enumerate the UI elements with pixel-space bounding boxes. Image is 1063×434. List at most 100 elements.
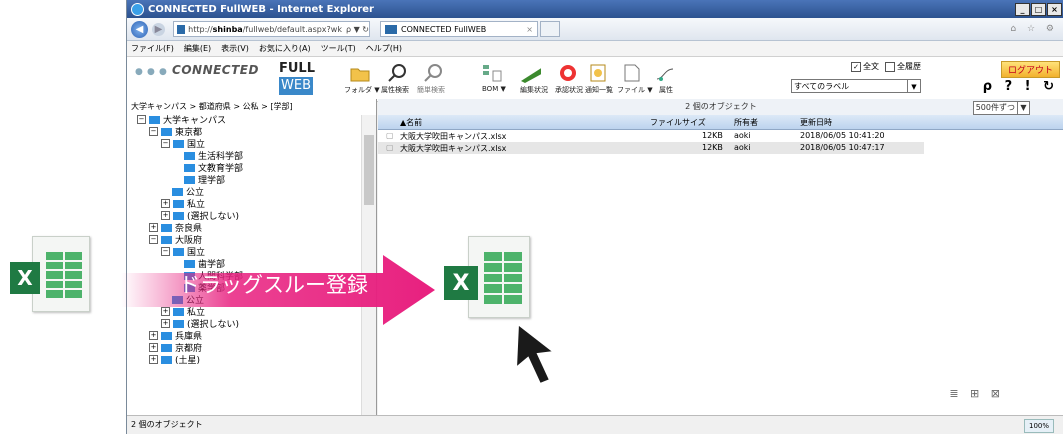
label-select-value: すべてのラベル — [794, 82, 850, 91]
back-button[interactable]: ◀ — [131, 20, 148, 38]
collapse-icon[interactable]: − — [161, 139, 170, 148]
row-size: 12KB — [702, 143, 723, 152]
chevron-down-icon: ▼ — [1017, 102, 1029, 114]
collapse-icon[interactable]: − — [137, 115, 146, 124]
collapse-icon[interactable]: − — [149, 235, 158, 244]
tab-title: CONNECTED FullWEB — [401, 24, 487, 34]
simple-search-icon[interactable] — [423, 63, 445, 83]
search-help-refresh-icons[interactable]: ρ ? ! ↻ — [983, 79, 1058, 94]
all-history-checkbox[interactable]: 全履歴 — [885, 61, 921, 72]
tab-close-icon[interactable]: × — [526, 25, 533, 34]
table-row[interactable]: ▢ 大阪大学吹田キャンパス.xlsx 12KB aoki 2018/06/05 … — [378, 142, 924, 154]
list-header: 2 個のオブジェクト 500件ずつ ▼ — [378, 99, 1063, 115]
tree-scroll-thumb[interactable] — [364, 135, 374, 205]
folder-icon — [161, 355, 172, 364]
table-row[interactable]: ▢ 大阪大学吹田キャンパス.xlsx 12KB aoki 2018/06/05 … — [378, 130, 1063, 142]
per-page-value: 500件ずつ — [975, 103, 1015, 112]
folder-icon — [173, 199, 184, 208]
close-window-button[interactable]: × — [1047, 3, 1062, 16]
expand-icon[interactable]: + — [149, 331, 158, 340]
toolbar-notifications[interactable]: 通知一覧 — [585, 85, 613, 95]
row-size: 12KB — [702, 131, 723, 140]
breadcrumb: 大学キャンパス > 都道府県 > 公私 > [学部] — [131, 102, 293, 111]
expand-icon[interactable]: + — [149, 223, 158, 232]
status-text: 2 個のオブジェクト — [131, 420, 203, 429]
bom-icon[interactable] — [481, 63, 503, 83]
excel-badge: X — [10, 262, 40, 294]
col-name[interactable]: ▲名前 — [400, 117, 422, 128]
attribute-search-icon[interactable] — [387, 63, 409, 83]
folder-icon — [184, 151, 195, 160]
folder-icon — [173, 139, 184, 148]
fulltext-label: 全文 — [863, 62, 879, 71]
url-controls[interactable]: ρ ▼ ↻ — [346, 25, 369, 34]
folder-icon — [184, 175, 195, 184]
menu-edit[interactable]: 編集(E) — [184, 43, 211, 54]
row-date: 2018/06/05 10:47:17 — [800, 143, 885, 152]
toolbar-file[interactable]: ファイル ▼ — [617, 85, 653, 95]
col-updated[interactable]: 更新日時 — [800, 117, 832, 128]
logo-web: WEB — [279, 77, 313, 95]
label-select[interactable]: すべてのラベル ▼ — [791, 79, 921, 93]
object-count: 2 個のオブジェクト — [685, 102, 757, 111]
logo-full: FULL — [279, 61, 316, 76]
menu-view[interactable]: 表示(V) — [221, 43, 249, 54]
excel-badge: X — [444, 266, 478, 300]
browser-tab[interactable]: CONNECTED FullWEB × — [380, 21, 538, 37]
tree-node[interactable]: + (土星) — [149, 353, 200, 366]
row-owner: aoki — [734, 131, 751, 140]
toolbar-attribute-search[interactable]: 属性検索 — [381, 85, 409, 95]
folder-icon — [172, 187, 183, 196]
menu-tools[interactable]: ツール(T) — [321, 43, 356, 54]
row-name: 大阪大学吹田キャンパス.xlsx — [400, 144, 507, 153]
connected-logo: ● ● ● CONNECTED — [135, 63, 259, 77]
favicon-icon — [177, 24, 186, 34]
col-owner[interactable]: 所有者 — [734, 117, 758, 128]
edit-status-icon[interactable] — [519, 63, 541, 83]
menu-file[interactable]: ファイル(F) — [131, 43, 174, 54]
expand-icon[interactable]: + — [149, 343, 158, 352]
minimize-button[interactable]: _ — [1015, 3, 1030, 16]
new-tab-button[interactable] — [540, 21, 560, 37]
toolbar-edit-status[interactable]: 編集状況 — [520, 85, 548, 95]
expand-icon[interactable]: + — [161, 211, 170, 220]
fulltext-checkbox[interactable]: ✓ 全文 — [851, 61, 879, 72]
toolbar-simple-search[interactable]: 簡単検索 — [417, 85, 445, 95]
zoom-control[interactable]: 100% — [1023, 419, 1054, 433]
file-icon: ▢ — [386, 131, 394, 140]
menu-help[interactable]: ヘルプ(H) — [366, 43, 402, 54]
folder-icon — [149, 115, 160, 124]
row-owner: aoki — [734, 143, 751, 152]
folder-icon — [161, 331, 172, 340]
logout-button[interactable]: ログアウト — [1000, 61, 1060, 78]
folder-icon[interactable] — [349, 63, 371, 83]
col-size[interactable]: ファイルサイズ — [650, 117, 706, 128]
url-field[interactable]: http://shinba/fullweb/default.aspx?wk ρ … — [173, 21, 370, 37]
per-page-select[interactable]: 500件ずつ ▼ — [972, 101, 1030, 115]
toolbar-attribute[interactable]: 属性 — [659, 85, 673, 95]
maximize-button[interactable]: □ — [1031, 3, 1046, 16]
approval-status-icon[interactable] — [557, 63, 579, 83]
excel-file-icon-source[interactable]: X — [10, 236, 100, 316]
expand-icon[interactable]: + — [161, 199, 170, 208]
status-bar: 2 個のオブジェクト 100% — [127, 415, 1063, 434]
attribute-icon[interactable] — [655, 63, 677, 83]
view-mode-icons[interactable]: ≣ ⊞ ⊠ — [949, 387, 1004, 400]
folder-icon — [161, 127, 172, 136]
forward-button[interactable]: ▶ — [152, 22, 165, 36]
collapse-icon[interactable]: − — [149, 127, 158, 136]
url-host: shinba — [212, 24, 243, 34]
mouse-cursor-icon — [514, 322, 557, 386]
folder-icon — [173, 211, 184, 220]
toolbar-bom[interactable]: BOM ▼ — [482, 85, 506, 93]
title-bar: CONNECTED FullWEB - Internet Explorer _ … — [127, 0, 1063, 18]
menu-favorites[interactable]: お気に入り(A) — [259, 43, 311, 54]
notification-icon[interactable] — [587, 63, 609, 83]
window-title: CONNECTED FullWEB - Internet Explorer — [148, 3, 374, 15]
excel-file-icon-dragged[interactable]: X — [438, 236, 538, 326]
toolbar-folder[interactable]: フォルダ ▼ — [344, 85, 380, 95]
toolbar-approval-status[interactable]: 承認状況 — [555, 85, 583, 95]
expand-icon[interactable]: + — [149, 355, 158, 364]
browser-tools-icons[interactable]: ⌂ ☆ ⚙ — [1010, 24, 1058, 34]
file-icon[interactable] — [621, 63, 643, 83]
